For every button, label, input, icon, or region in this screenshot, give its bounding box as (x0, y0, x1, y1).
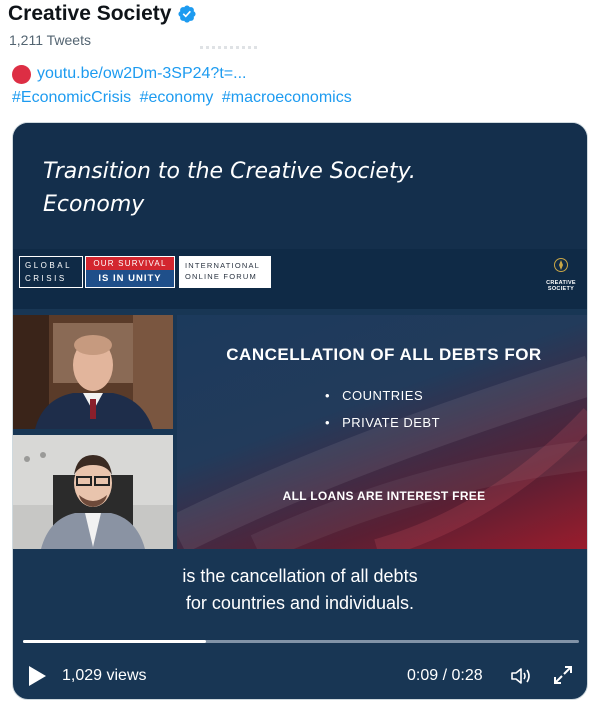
slide-bullet-private-debt: PRIVATE DEBT (325, 415, 440, 442)
caption-line-2: for countries and individuals. (185, 593, 415, 613)
hashtag-list: #EconomicCrisis #economy #macroeconomics (12, 87, 356, 109)
video-title-area: Transition to the Creative Society. Econ… (13, 123, 587, 249)
view-count: 1,029 views (62, 667, 147, 684)
video-time: 0:09 / 0:28 (407, 667, 483, 684)
forum-line-2: ONLINE FORUM (185, 272, 257, 281)
slide-heading: CANCELLATION OF ALL DEBTS FOR (226, 345, 542, 364)
creative-society-logo: CREATIVE SOCIETY (541, 257, 581, 292)
caption-line-1: is the cancellation of all debts (182, 566, 418, 586)
video-player[interactable]: Transition to the Creative Society. Econ… (12, 122, 588, 700)
survival-label: OUR SURVIVAL (86, 257, 174, 270)
verified-badge-icon (178, 5, 196, 23)
tweet-header: Creative Society 1,211 Tweets (8, 2, 197, 48)
online-forum-badge: INTERNATIONAL ONLINE FORUM (179, 256, 271, 288)
global-crisis-badge: GLOBAL CRISIS (19, 256, 83, 288)
forum-line-1: INTERNATIONAL (185, 261, 261, 270)
hashtag-economic-crisis[interactable]: #EconomicCrisis (12, 89, 131, 106)
logo-line-2: SOCIETY (547, 286, 575, 292)
red-circle-icon (12, 64, 31, 84)
forum-banner: GLOBAL CRISIS OUR SURVIVAL IS IN UNITY I… (13, 249, 587, 309)
speaker-webcam-1 (13, 315, 173, 429)
video-progress-bar[interactable] (23, 640, 579, 643)
hashtag-economy[interactable]: #economy (140, 89, 214, 106)
survival-unity-badge: OUR SURVIVAL IS IN UNITY (85, 256, 175, 288)
volume-icon[interactable] (510, 665, 532, 687)
tweet-count: 1,211 Tweets (9, 32, 91, 48)
partial-text-artifact (200, 46, 260, 49)
fullscreen-icon[interactable] (553, 665, 573, 685)
presentation-slide: CANCELLATION OF ALL DEBTS FOR COUNTRIES … (177, 315, 587, 549)
slide-bullet-countries: COUNTRIES (325, 388, 440, 415)
global-crisis-line-1: GLOBAL (25, 261, 73, 270)
video-title-line-2: Economy (43, 192, 145, 217)
video-title-line-1: Transition to the Creative Society. (43, 159, 416, 184)
account-display-name[interactable]: Creative Society (8, 2, 171, 26)
hashtag-macroeconomics[interactable]: #macroeconomics (222, 89, 352, 106)
slide-bullet-list: COUNTRIES PRIVATE DEBT (325, 388, 440, 442)
speaker-webcam-2 (13, 435, 173, 549)
link-row: youtu.be/ow2Dm-3SP24?t=... (12, 63, 356, 85)
video-title: Transition to the Creative Society. Econ… (43, 155, 416, 221)
youtube-link[interactable]: youtu.be/ow2Dm-3SP24?t=... (37, 63, 246, 85)
account-name-row: Creative Society (8, 2, 197, 26)
slide-footer: ALL LOANS ARE INTEREST FREE (282, 489, 486, 503)
video-controls: 1,029 views 0:09 / 0:28 (13, 659, 587, 691)
play-icon[interactable] (27, 665, 47, 687)
global-crisis-line-2: CRISIS (25, 274, 67, 283)
tweet-body: youtu.be/ow2Dm-3SP24?t=... #EconomicCris… (12, 63, 356, 109)
unity-label: IS IN UNITY (98, 273, 162, 284)
video-progress-fill (23, 640, 207, 643)
video-caption: is the cancellation of all debts for cou… (13, 563, 587, 617)
creative-society-emblem-icon (554, 258, 568, 272)
